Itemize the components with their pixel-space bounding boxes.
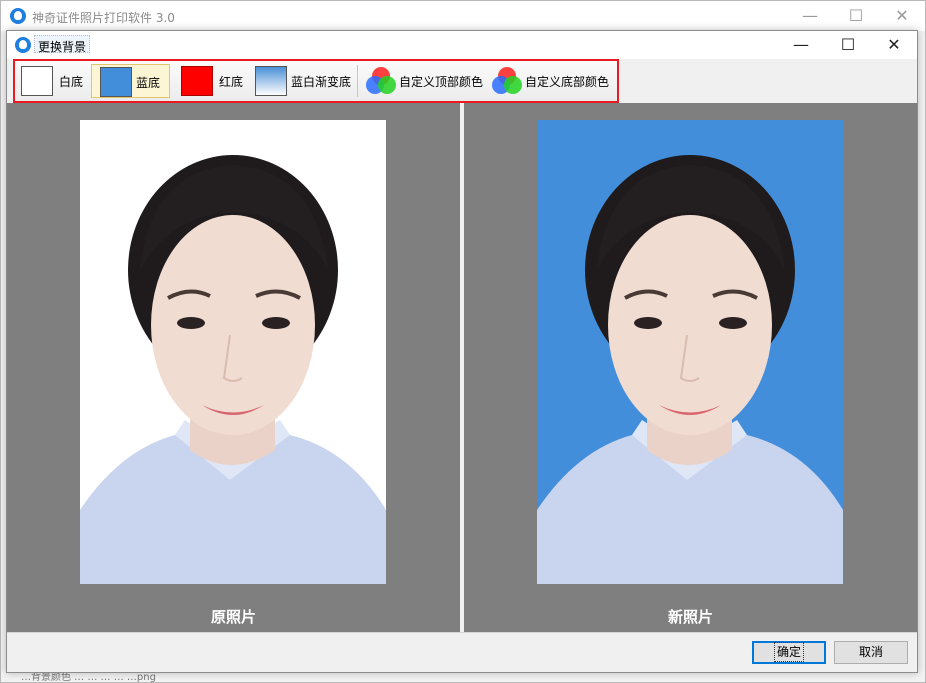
dialog-footer: 确定 取消 bbox=[7, 632, 917, 672]
red-bg-label: 红底 bbox=[219, 75, 244, 89]
rgb-circles-icon bbox=[365, 66, 397, 96]
parent-close-button[interactable]: ✕ bbox=[879, 1, 925, 31]
original-photo-caption: 原照片 bbox=[210, 608, 256, 626]
cancel-button[interactable]: 取消 bbox=[834, 641, 908, 664]
app-logo-icon bbox=[10, 8, 26, 24]
original-photo bbox=[80, 120, 386, 584]
custom-top-color-button[interactable]: 自定义顶部颜色 bbox=[363, 64, 485, 98]
parent-minimize-button[interactable]: — bbox=[787, 1, 833, 31]
dialog-maximize-button[interactable]: ☐ bbox=[825, 31, 871, 59]
toolbar-separator bbox=[357, 65, 358, 97]
new-photo-caption: 新照片 bbox=[667, 608, 713, 626]
parent-maximize-button[interactable]: ☐ bbox=[833, 1, 879, 31]
white-bg-button[interactable]: 白底 bbox=[19, 64, 83, 98]
portrait-image-blue-bg bbox=[537, 120, 843, 584]
dialog-logo-icon bbox=[15, 37, 31, 53]
new-pane: 新照片 bbox=[464, 103, 917, 632]
dialog-title-bar: 更换背景 — ☐ ✕ bbox=[7, 31, 917, 59]
change-background-dialog: 更换背景 — ☐ ✕ 白底 蓝底 红底 蓝白渐变底 自定义顶部颜色 自定义底部颜… bbox=[6, 30, 918, 673]
gradient-swatch-icon bbox=[255, 66, 287, 96]
gradient-bg-label: 蓝白渐变底 bbox=[291, 75, 352, 89]
blue-swatch-icon bbox=[100, 67, 132, 97]
original-pane: 原照片 bbox=[7, 103, 460, 632]
white-bg-label: 白底 bbox=[59, 75, 84, 89]
custom-top-color-label: 自定义顶部颜色 bbox=[399, 75, 484, 89]
rgb-circles-icon bbox=[491, 66, 523, 96]
new-photo bbox=[537, 120, 843, 584]
red-swatch-icon bbox=[181, 66, 213, 96]
white-swatch-icon bbox=[21, 66, 53, 96]
red-bg-button[interactable]: 红底 bbox=[179, 64, 245, 98]
custom-bottom-color-button[interactable]: 自定义底部颜色 bbox=[489, 64, 613, 98]
parent-window-title: 神奇证件照片打印软件 3.0 bbox=[32, 11, 175, 25]
ok-button-label: 确定 bbox=[773, 642, 805, 662]
blue-white-gradient-bg-button[interactable]: 蓝白渐变底 bbox=[253, 64, 353, 98]
dialog-title: 更换背景 bbox=[34, 35, 91, 54]
blue-bg-button[interactable]: 蓝底 bbox=[91, 64, 170, 98]
ok-button[interactable]: 确定 bbox=[752, 641, 826, 664]
background-toolbar: 白底 蓝底 红底 蓝白渐变底 自定义顶部颜色 自定义底部颜色 bbox=[13, 59, 619, 103]
blue-bg-label: 蓝底 bbox=[136, 76, 161, 90]
dialog-minimize-button[interactable]: — bbox=[778, 31, 824, 59]
portrait-image bbox=[80, 120, 386, 584]
parent-title-bar: 神奇证件照片打印软件 3.0 — ☐ ✕ bbox=[1, 1, 925, 31]
dialog-close-button[interactable]: ✕ bbox=[871, 31, 917, 59]
preview-area: 原照片 新照片 bbox=[7, 103, 917, 632]
custom-bottom-color-label: 自定义底部颜色 bbox=[525, 75, 610, 89]
